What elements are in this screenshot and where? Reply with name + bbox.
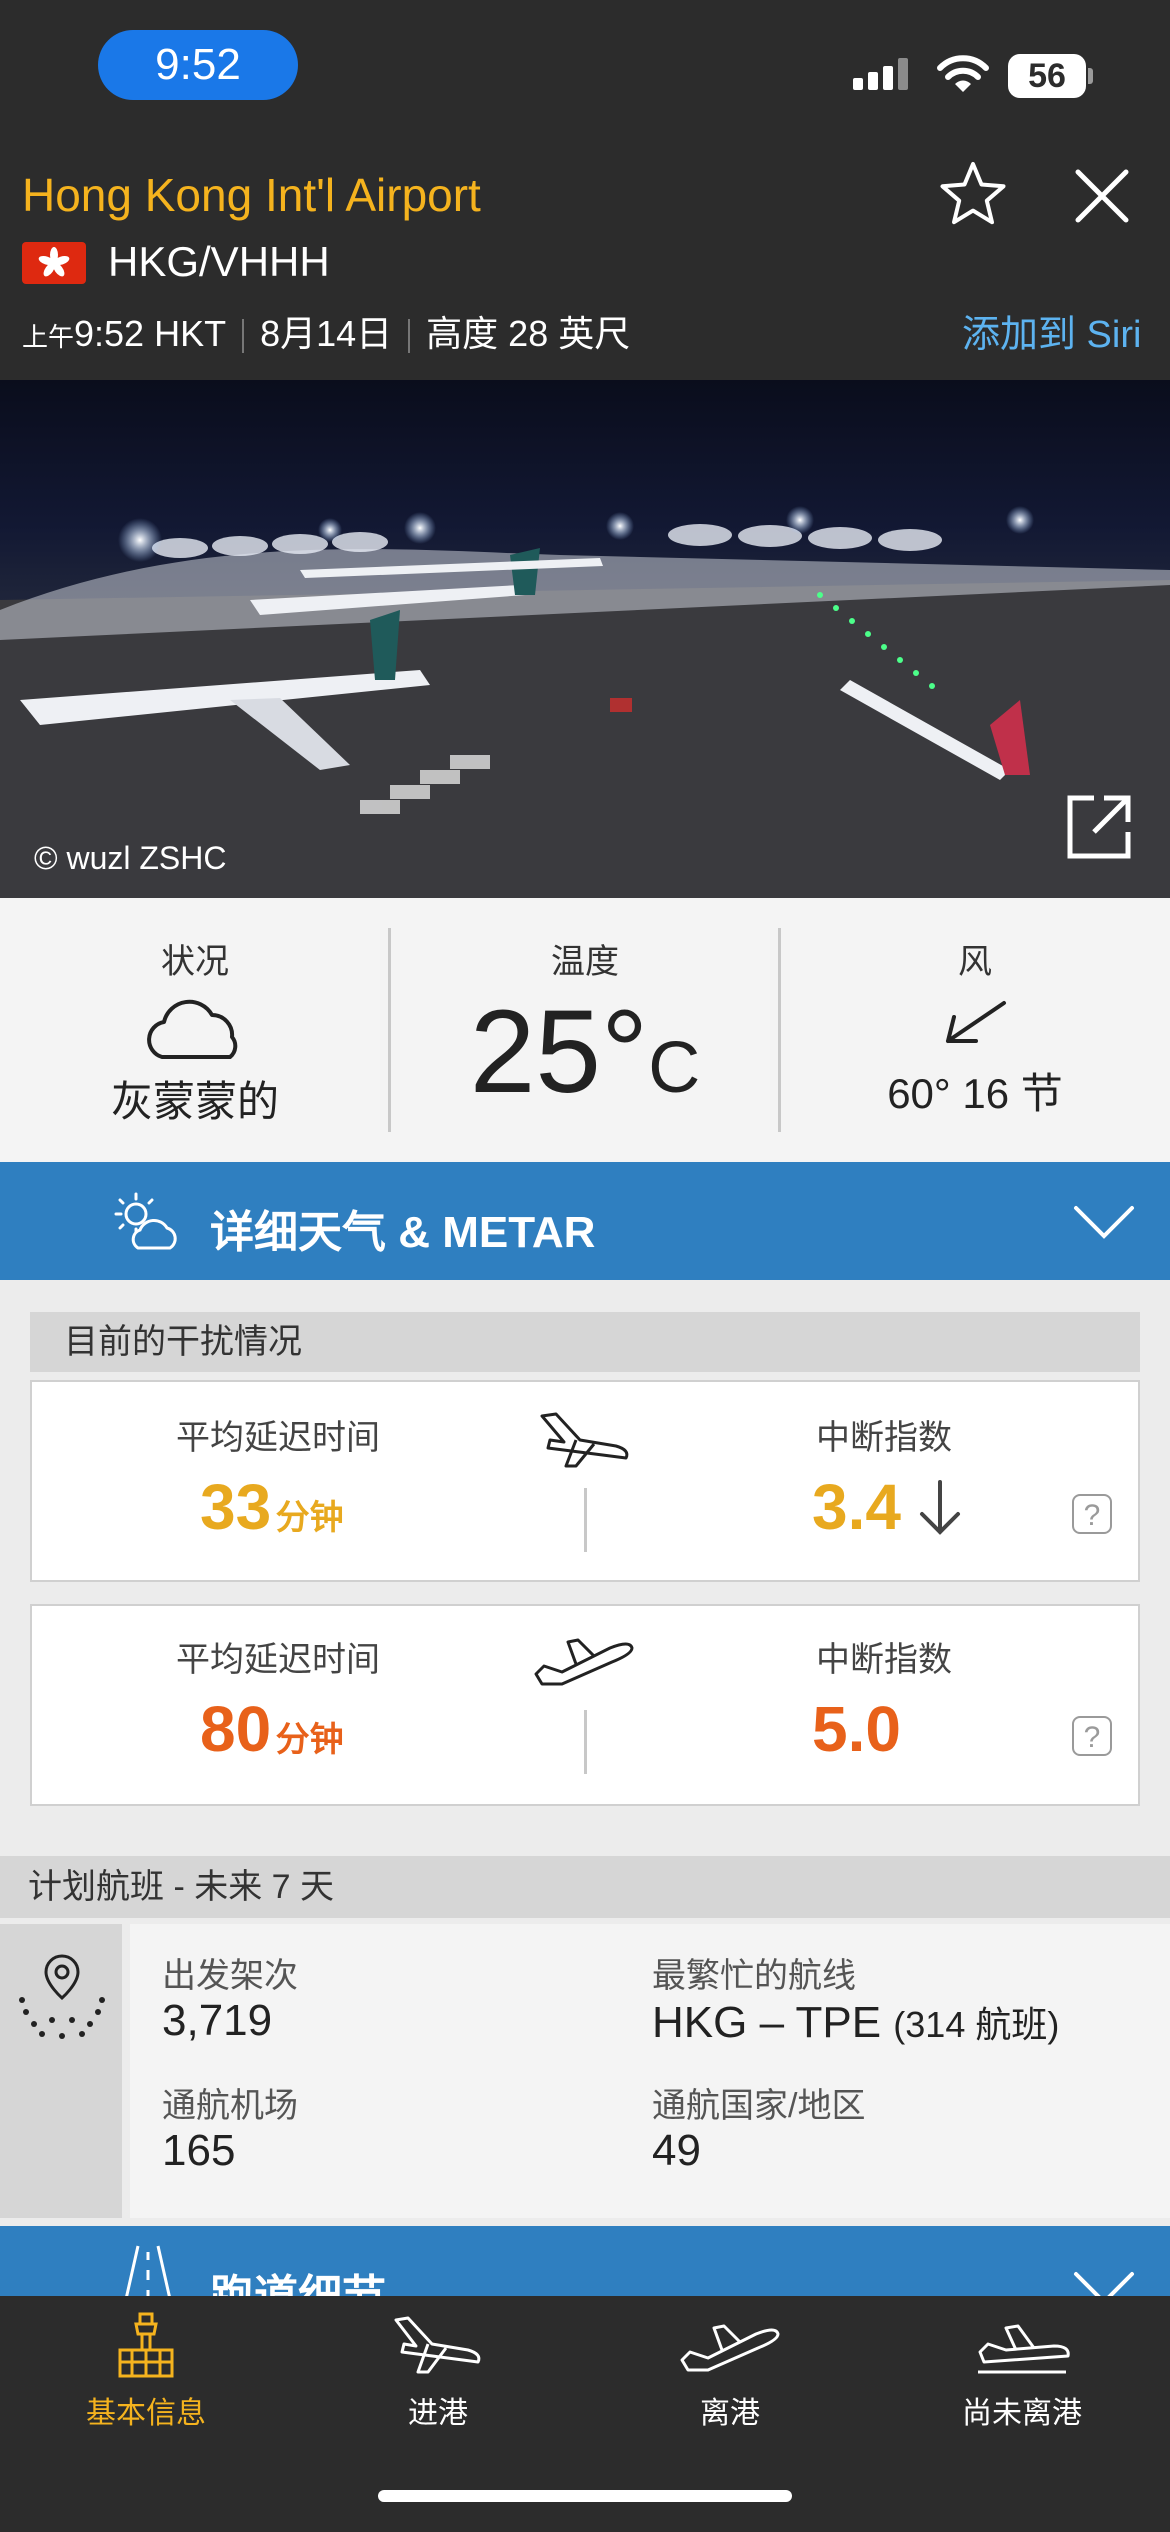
- close-icon[interactable]: [1070, 164, 1134, 228]
- help-icon[interactable]: ?: [1072, 1494, 1112, 1534]
- airport-tower-icon: [118, 2312, 174, 2378]
- help-icon[interactable]: ?: [1072, 1716, 1112, 1756]
- local-date: 8月14日: [260, 313, 393, 354]
- airport-meta-line: 上午9:52 HKT 8月14日 高度 28 英尺: [22, 305, 630, 357]
- departures-count-value: 3,719: [162, 1996, 273, 2045]
- wifi-icon: [937, 55, 989, 92]
- arrivals-delay: 33 分钟: [200, 1471, 344, 1543]
- departures-index-label: 中断指数: [816, 1641, 952, 1679]
- tab-arrivals[interactable]: 进港: [292, 2310, 584, 2432]
- departures-delay: 80 分钟: [200, 1693, 344, 1765]
- airport-name: Hong Kong Int'l Airport: [22, 169, 481, 221]
- busiest-route-label: 最繁忙的航线: [652, 1957, 856, 1995]
- weather-wind: 风 60° 16 节: [780, 898, 1170, 1162]
- elevation: 高度 28 英尺: [426, 313, 631, 354]
- plane-on-ground-icon: [978, 2324, 1070, 2374]
- photo-credit: © wuzl ZSHC: [34, 840, 227, 876]
- departures-delay-label: 平均延迟时间: [176, 1641, 380, 1679]
- wind-value: 60° 16 节: [887, 1070, 1063, 1117]
- add-to-siri-link[interactable]: 添加到 Siri: [962, 303, 1141, 358]
- partly-cloudy-icon: [114, 1192, 177, 1250]
- wind-label: 风: [958, 943, 992, 981]
- divider: [584, 1488, 587, 1552]
- arrivals-delay-label: 平均延迟时间: [176, 1419, 380, 1457]
- tab-not-departed[interactable]: 尚未离港: [876, 2310, 1168, 2432]
- condition-label: 状况: [161, 943, 229, 981]
- tab-basic-info[interactable]: 基本信息: [0, 2310, 292, 2432]
- served-countries-value: 49: [652, 2126, 701, 2175]
- arrival-plane-icon: [394, 2316, 481, 2374]
- planned-flights-side: [0, 1924, 122, 2218]
- wind-direction-arrow-icon: [946, 1001, 1006, 1043]
- trend-down-arrow-icon: [920, 1480, 960, 1535]
- local-time: 9:52 HKT: [74, 313, 227, 354]
- temperature-value: 25°: [469, 986, 649, 1118]
- arrivals-index-value: 3.4: [812, 1471, 901, 1543]
- tab-arrivals-label: 进港: [408, 2397, 468, 2430]
- busiest-route-value: HKG – TPE (314 航班): [652, 1998, 1060, 2047]
- arrival-plane-icon: [540, 1412, 629, 1468]
- favorite-star-icon[interactable]: [938, 160, 1008, 228]
- served-countries-label: 通航国家/地区: [652, 2087, 866, 2125]
- temperature-unit: C: [648, 1028, 701, 1108]
- departures-count-label: 出发架次: [162, 1957, 298, 1995]
- planned-flights-header: 计划航班 - 未来 7 天: [0, 1856, 1170, 1918]
- open-external-icon[interactable]: [1064, 792, 1134, 862]
- temperature-label: 温度: [551, 943, 619, 981]
- airport-codes: HKG/VHHH: [108, 238, 330, 285]
- weather-condition: 状况 灰蒙蒙的: [0, 898, 390, 1162]
- served-airports-label: 通航机场: [162, 2087, 298, 2125]
- cloud-icon: [147, 999, 238, 1059]
- time-prefix: 上午: [22, 322, 75, 352]
- condition-value: 灰蒙蒙的: [110, 1078, 279, 1125]
- tab-not-departed-label: 尚未离港: [962, 2397, 1082, 2430]
- cellular-signal-icon: [853, 58, 913, 90]
- tab-departures[interactable]: 离港: [584, 2310, 876, 2432]
- departures-index-value: 5.0: [812, 1693, 901, 1765]
- battery-icon: 56: [1008, 54, 1086, 98]
- hong-kong-flag-icon: [22, 242, 86, 284]
- departure-plane-icon: [534, 1638, 634, 1686]
- route-map-pin-icon: [19, 1954, 105, 2039]
- home-indicator[interactable]: [378, 2490, 792, 2502]
- disruption-header: 目前的干扰情况: [30, 1312, 1140, 1372]
- weather-temperature: 温度 25°C: [390, 898, 780, 1162]
- status-time: 9:52: [98, 30, 298, 100]
- tab-basic-info-label: 基本信息: [86, 2397, 206, 2430]
- chevron-down-icon: [1074, 1206, 1134, 1239]
- weather-details-bar[interactable]: 详细天气 & METAR: [0, 1162, 1170, 1280]
- tab-departures-label: 离港: [700, 2397, 760, 2430]
- divider: [584, 1710, 587, 1774]
- weather-details-label: 详细天气 & METAR: [210, 1208, 596, 1257]
- battery-tip: [1088, 68, 1093, 84]
- served-airports-value: 165: [162, 2126, 236, 2175]
- arrivals-index-label: 中断指数: [816, 1419, 952, 1457]
- airport-photo[interactable]: [0, 380, 1170, 898]
- departure-plane-icon: [680, 2324, 780, 2372]
